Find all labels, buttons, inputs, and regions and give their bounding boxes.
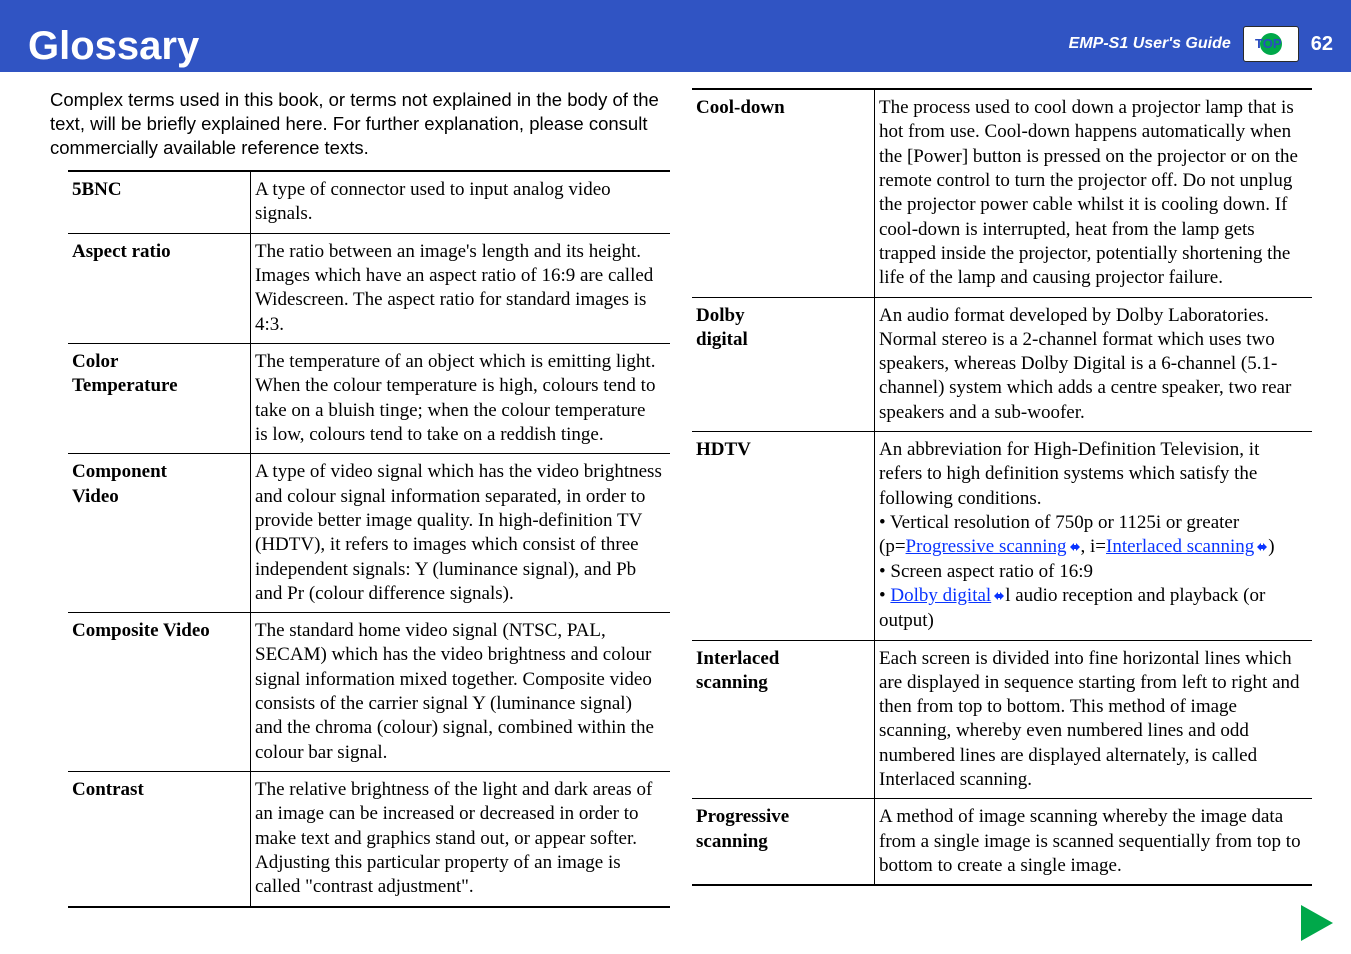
term-cell: Dolby digital xyxy=(692,297,875,432)
definition-cell: The standard home video signal (NTSC, PA… xyxy=(251,613,671,772)
definition-cell: The relative brightness of the light and… xyxy=(251,772,671,907)
definition-cell: A type of connector used to input analog… xyxy=(251,171,671,233)
table-row: Interlaced scanning Each screen is divid… xyxy=(692,640,1312,799)
term-cell: Color Temperature xyxy=(68,344,251,454)
title-bar: Glossary EMP-S1 User's Guide TOP 62 xyxy=(0,0,1351,72)
definition-cell: An abbreviation for High-Definition Tele… xyxy=(875,432,1313,640)
paren-open: (p= xyxy=(879,536,906,557)
hdtv-bullet3-pre: • xyxy=(879,585,890,606)
term-cell: Interlaced scanning xyxy=(692,640,875,799)
term-cell: Aspect ratio xyxy=(68,233,251,343)
interlaced-scanning-link[interactable]: Interlaced scanning xyxy=(1106,536,1254,557)
top-link-button[interactable]: TOP xyxy=(1243,26,1299,62)
guide-label: EMP-S1 User's Guide xyxy=(1069,35,1231,53)
table-row: 5BNC A type of connector used to input a… xyxy=(68,171,670,233)
glossary-ref-icon xyxy=(1256,536,1268,560)
top-label-text: TOP xyxy=(1255,36,1282,51)
dolby-digital-link[interactable]: Dolby digital xyxy=(890,585,991,606)
term-cell: 5BNC xyxy=(68,171,251,233)
paren-close: ) xyxy=(1268,536,1274,557)
term-cell: Cool-down xyxy=(692,89,875,297)
paren-mid: , i= xyxy=(1081,536,1107,557)
hdtv-bullet1: • Vertical resolution of 750p or 1125i o… xyxy=(879,512,1239,533)
body-area: Complex terms used in this book, or term… xyxy=(0,72,1351,908)
definition-cell: The temperature of an object which is em… xyxy=(251,344,671,454)
definition-cell: An audio format developed by Dolby Labor… xyxy=(875,297,1313,432)
definition-cell: The process used to cool down a projecto… xyxy=(875,89,1313,297)
glossary-table-right: Cool-down The process used to cool down … xyxy=(692,88,1312,886)
table-row: Component Video A type of video signal w… xyxy=(68,454,670,613)
table-row: Composite Video The standard home video … xyxy=(68,613,670,772)
glossary-ref-icon xyxy=(1069,536,1081,560)
table-row: Contrast The relative brightness of the … xyxy=(68,772,670,907)
definition-cell: The ratio between an image's length and … xyxy=(251,233,671,343)
hdtv-pre-text: An abbreviation for High-Definition Tele… xyxy=(879,439,1259,509)
table-row: Color Temperature The temperature of an … xyxy=(68,344,670,454)
definition-cell: A method of image scanning whereby the i… xyxy=(875,799,1313,885)
term-cell: Composite Video xyxy=(68,613,251,772)
hdtv-bullet2: • Screen aspect ratio of 16:9 xyxy=(879,561,1093,582)
table-row: Dolby digital An audio format developed … xyxy=(692,297,1312,432)
right-column: Cool-down The process used to cool down … xyxy=(692,88,1312,908)
table-row: HDTV An abbreviation for High-Definition… xyxy=(692,432,1312,640)
table-row: Progressive scanning A method of image s… xyxy=(692,799,1312,885)
progressive-scanning-link[interactable]: Progressive scanning xyxy=(906,536,1067,557)
term-cell: Progressive scanning xyxy=(692,799,875,885)
glossary-ref-icon xyxy=(993,585,1005,609)
left-column: Complex terms used in this book, or term… xyxy=(50,88,670,908)
page-number: 62 xyxy=(1311,33,1333,56)
term-cell: Contrast xyxy=(68,772,251,907)
next-page-button[interactable] xyxy=(1297,903,1337,948)
intro-text: Complex terms used in this book, or term… xyxy=(50,88,670,160)
table-row: Cool-down The process used to cool down … xyxy=(692,89,1312,297)
term-cell: HDTV xyxy=(692,432,875,640)
glossary-table-left: 5BNC A type of connector used to input a… xyxy=(68,170,670,907)
term-cell: Component Video xyxy=(68,454,251,613)
header-right: EMP-S1 User's Guide TOP 62 xyxy=(1069,26,1333,66)
table-row: Aspect ratio The ratio between an image'… xyxy=(68,233,670,343)
page-title: Glossary xyxy=(28,26,199,66)
definition-cell: Each screen is divided into fine horizon… xyxy=(875,640,1313,799)
definition-cell: A type of video signal which has the vid… xyxy=(251,454,671,613)
